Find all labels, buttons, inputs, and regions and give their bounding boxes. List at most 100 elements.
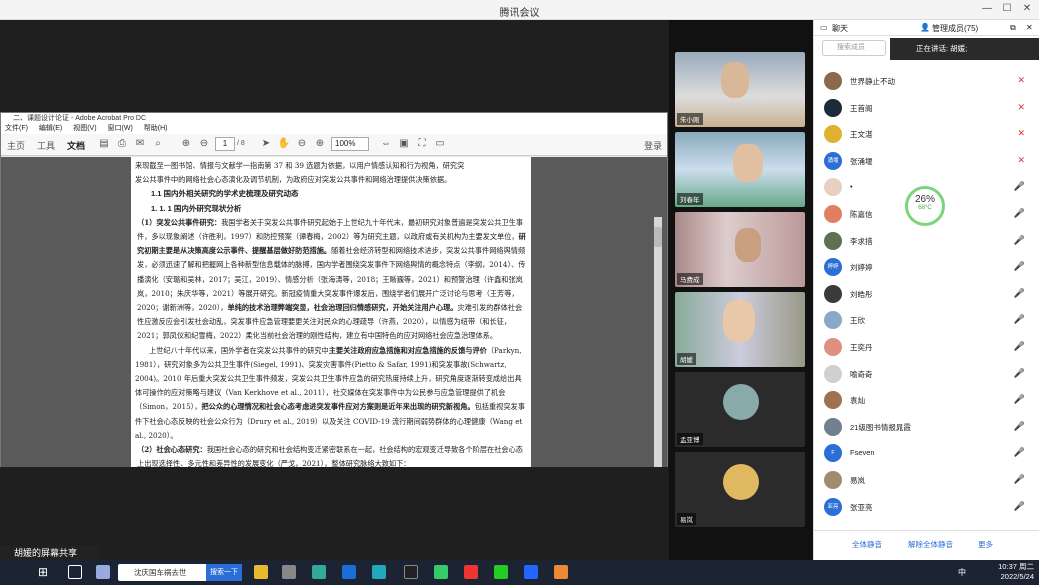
video-tile[interactable]: 马费成 [675, 212, 805, 287]
avatar [824, 311, 842, 330]
mic-icon[interactable]: 🎤 [1014, 261, 1025, 272]
app-icon[interactable] [372, 565, 386, 579]
menu-help[interactable]: 帮助(H) [144, 125, 168, 132]
close-icon[interactable]: ✕ [1020, 3, 1034, 14]
tab-chat[interactable]: 聊天 [832, 23, 848, 34]
search-icon[interactable]: ⌕ [151, 137, 165, 151]
app-icon[interactable] [312, 565, 326, 579]
print-icon[interactable]: ⎙ [115, 137, 129, 151]
member-row[interactable]: 刘皓彤 🎤 [824, 284, 1029, 303]
zoom-out-icon[interactable]: ⊖ [295, 137, 309, 151]
mic-icon[interactable]: 🎤 [1014, 474, 1025, 485]
video-tile[interactable]: 孟亚博 [675, 372, 805, 447]
page-up-icon[interactable]: ⊕ [179, 137, 193, 151]
member-search-input[interactable]: 搜索成员 [822, 40, 886, 56]
video-tile[interactable]: 胡媛 [675, 292, 805, 367]
select-icon[interactable]: ➤ [259, 137, 273, 151]
page-down-icon[interactable]: ⊖ [197, 137, 211, 151]
minimize-icon[interactable]: — [980, 3, 994, 14]
video-tile[interactable]: 易岚 [675, 452, 805, 527]
menu-edit[interactable]: 编辑(E) [39, 125, 62, 132]
qq-icon[interactable] [404, 565, 418, 579]
mic-icon[interactable]: 🎤 [1014, 447, 1025, 458]
tencent-meeting-icon[interactable] [524, 565, 538, 579]
maximize-icon[interactable]: ☐ [1000, 3, 1014, 14]
member-row[interactable]: 袁灿 🎤 [824, 391, 1029, 410]
mic-muted-icon[interactable]: ✕ [1017, 75, 1025, 86]
mute-all-button[interactable]: 全体静音 [852, 539, 882, 550]
zoom-in-icon[interactable]: ⊕ [313, 137, 327, 151]
tab-document[interactable]: 文档 [67, 139, 85, 152]
mic-icon[interactable]: 🎤 [1014, 288, 1025, 299]
scrollbar-thumb[interactable] [654, 227, 662, 247]
mic-icon[interactable]: 🎤 [1014, 421, 1025, 432]
mic-icon[interactable]: 🎤 [1014, 501, 1025, 512]
fullscreen-icon[interactable]: ⛶ [415, 137, 429, 151]
clock-date: 2022/5/24 [1000, 572, 1034, 581]
zoom-select[interactable]: 100% [331, 137, 369, 151]
fit-icon[interactable]: ⇔ [379, 137, 393, 151]
task-view-icon[interactable] [68, 565, 82, 579]
windows-start-icon[interactable]: ⊞ [38, 565, 52, 579]
member-row[interactable]: 喻奇奇 🎤 [824, 364, 1029, 383]
member-row[interactable]: 王文湛 ✕ [824, 125, 1029, 144]
mic-icon[interactable]: 🎤 [1014, 235, 1025, 246]
scrollbar-track[interactable] [654, 217, 662, 467]
member-row[interactable]: 婷婷 刘婷婷 🎤 [824, 258, 1029, 277]
member-row[interactable]: F Fseven 🎤 [824, 444, 1029, 463]
save-icon[interactable]: ▤ [97, 137, 111, 151]
member-row[interactable]: 亚亮 张亚亮 🎤 [824, 497, 1029, 516]
tab-tools[interactable]: 工具 [37, 139, 55, 152]
app-icon[interactable] [96, 565, 110, 579]
perf-gauge[interactable]: 26% 68°C [905, 186, 945, 226]
more-button[interactable]: 更多 [978, 539, 993, 550]
mic-muted-icon[interactable]: ✕ [1017, 128, 1025, 139]
app-icon[interactable] [282, 565, 296, 579]
mic-icon[interactable]: 🎤 [1014, 181, 1025, 192]
member-row[interactable]: 王奕丹 🎤 [824, 338, 1029, 356]
folder-icon[interactable] [254, 565, 268, 579]
page-fit-icon[interactable]: ▣ [397, 137, 411, 151]
doc-bold: 单纯的技术治理弊端突显，社会治理回归情感研究，开始关注用户心理。 [227, 303, 458, 313]
member-name: Fseven [850, 448, 875, 458]
member-row[interactable]: 世界静止不动 ✕ [824, 72, 1029, 90]
member-row[interactable]: 21级图书情报晁霞 🎤 [824, 417, 1029, 436]
edge-icon[interactable] [342, 565, 356, 579]
hand-icon[interactable]: ✋ [277, 137, 291, 151]
app-icon[interactable] [434, 565, 448, 579]
mic-icon[interactable]: 🎤 [1014, 394, 1025, 405]
menu-view[interactable]: 视图(V) [73, 125, 96, 132]
login-link[interactable]: 登录 [644, 139, 662, 152]
member-row[interactable]: 王欣 🎤 [824, 311, 1029, 330]
page-number-input[interactable]: 1 [215, 137, 235, 151]
mic-muted-icon[interactable]: ✕ [1017, 155, 1025, 166]
wechat-icon[interactable] [494, 565, 508, 579]
mic-icon[interactable]: 🎤 [1014, 341, 1025, 352]
mic-icon[interactable]: 🎤 [1014, 368, 1025, 379]
taskbar-search-button[interactable]: 搜索一下 [206, 564, 242, 581]
mail-icon[interactable]: ✉ [133, 137, 147, 151]
member-row[interactable]: 易岚 🎤 [824, 471, 1029, 489]
participant-name: 易岚 [677, 513, 696, 525]
video-tile[interactable]: 刘春年 [675, 132, 805, 207]
taskbar-clock[interactable]: 10:37 周二 2022/5/24 [990, 562, 1038, 584]
member-row[interactable]: 涌堰 张涌堰 ✕ [824, 151, 1029, 170]
mic-icon[interactable]: 🎤 [1014, 208, 1025, 219]
mic-muted-icon[interactable]: ✕ [1017, 102, 1025, 113]
ime-indicator[interactable]: 中 [958, 567, 966, 578]
member-row[interactable]: 李求措 🎤 [824, 231, 1029, 250]
menu-file[interactable]: 文件(F) [5, 125, 28, 132]
tab-home[interactable]: 主页 [7, 139, 25, 152]
mic-icon[interactable]: 🎤 [1014, 314, 1025, 325]
tab-members[interactable]: 管理成员(75) [932, 23, 978, 34]
menu-window[interactable]: 窗口(W) [108, 125, 133, 132]
video-tile[interactable]: 朱小刚 [675, 52, 805, 127]
panel-close-icon[interactable]: ✕ [1026, 23, 1033, 32]
comment-icon[interactable]: ▭ [433, 137, 447, 151]
member-row[interactable]: 王首阁 ✕ [824, 98, 1029, 117]
member-name: 王文湛 [850, 130, 873, 140]
chrome-icon[interactable] [464, 565, 478, 579]
app-icon[interactable] [554, 565, 568, 579]
unmute-all-button[interactable]: 解除全体静音 [908, 539, 953, 550]
popout-icon[interactable]: ⧉ [1010, 23, 1016, 33]
